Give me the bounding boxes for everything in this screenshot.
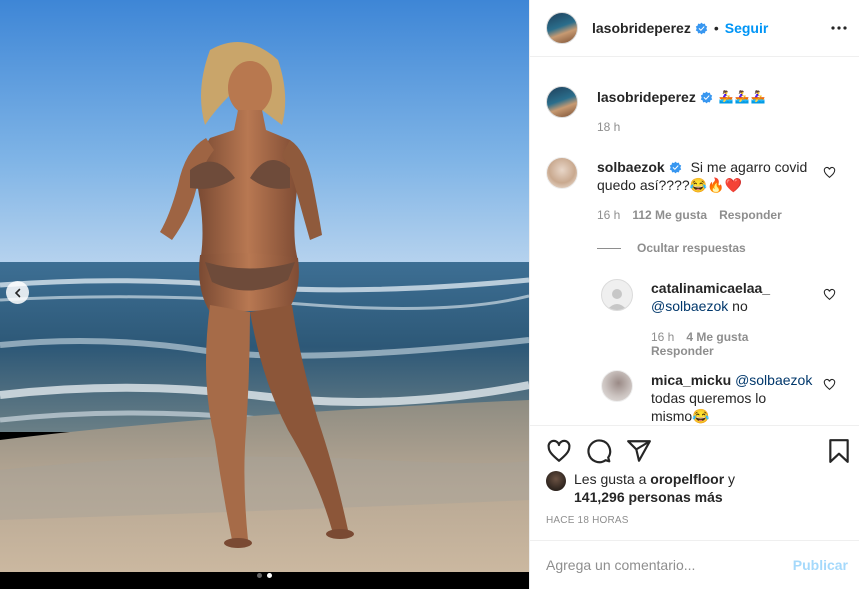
add-comment-bar: Publicar xyxy=(530,540,859,589)
carousel-dot xyxy=(257,573,262,578)
carousel-previous-button[interactable] xyxy=(6,281,29,304)
reply-time[interactable]: 16 h xyxy=(651,330,674,344)
comment-like-heart-icon[interactable] xyxy=(823,166,836,179)
verified-badge-icon xyxy=(669,161,681,174)
hide-replies-label: Ocultar respuestas xyxy=(637,241,746,255)
comment-text-line2: quedo así????😂🔥❤️ xyxy=(597,177,742,193)
chevron-left-icon xyxy=(14,288,20,297)
hide-replies-line xyxy=(597,247,621,249)
reply-2: mica_micku @solbaezok todas queremos lo … xyxy=(651,371,821,425)
carousel-indicator xyxy=(0,573,529,578)
header-separator: • xyxy=(713,20,719,36)
comment-time[interactable]: 16 h xyxy=(597,208,620,222)
reply-username[interactable]: mica_micku xyxy=(651,372,731,388)
caption-author-avatar[interactable] xyxy=(546,86,578,118)
reply-meta-2: Responder xyxy=(651,344,714,358)
reply-avatar-wrap-2 xyxy=(601,370,633,402)
comment-text-line1: Si me agarro covid xyxy=(690,159,808,175)
reply-text-line2: mismo😂 xyxy=(651,408,710,424)
author-avatar[interactable] xyxy=(546,12,578,44)
reply-like-heart-icon[interactable] xyxy=(823,288,836,301)
more-options-icon xyxy=(831,26,847,30)
caption-time[interactable]: 18 h xyxy=(597,120,620,134)
default-user-icon xyxy=(607,289,627,310)
caption-username[interactable]: lasobrideperez xyxy=(597,89,696,105)
likes-joiner: y xyxy=(724,471,736,487)
reply-like-heart-icon[interactable] xyxy=(823,378,836,391)
reply-text-line1: todas queremos lo xyxy=(651,390,767,406)
follow-button[interactable]: Seguir xyxy=(725,20,769,36)
liker-username[interactable]: oropelfloor xyxy=(650,471,724,487)
likes-count[interactable]: 141,296 personas más xyxy=(574,489,723,505)
verified-badge-icon xyxy=(700,91,713,103)
reply-mention[interactable]: @solbaezok xyxy=(651,298,728,314)
reply-avatar[interactable] xyxy=(601,370,633,402)
hide-replies-button[interactable]: Ocultar respuestas xyxy=(597,241,746,255)
author-username[interactable]: lasobrideperez xyxy=(592,20,691,36)
comment-avatar-wrap xyxy=(546,157,578,189)
comment-reply-button[interactable]: Responder xyxy=(719,208,782,222)
post-actions xyxy=(530,425,859,473)
comment-icon[interactable] xyxy=(586,438,612,464)
bookmark-icon[interactable] xyxy=(826,438,852,464)
post-photo[interactable] xyxy=(0,0,529,589)
liker-avatar[interactable] xyxy=(546,471,566,491)
reply-username[interactable]: catalinamicaelaa_ xyxy=(651,280,770,296)
caption: lasobrideperez 🚣‍♀️🚣‍♀️🚣‍♀️ xyxy=(597,89,767,105)
reply-reply-button[interactable]: Responder xyxy=(651,344,714,358)
more-options-button[interactable] xyxy=(830,19,848,37)
reply: catalinamicaelaa_ @solbaezok no xyxy=(651,279,821,315)
comment-likes-count[interactable]: 112 Me gusta xyxy=(632,208,707,222)
share-icon[interactable] xyxy=(626,438,652,464)
post-header: lasobrideperez • Seguir xyxy=(530,0,859,57)
reply-avatar-wrap xyxy=(601,279,633,311)
post-side-panel: lasobrideperez • Seguir lasobrideperez 🚣… xyxy=(529,0,859,589)
likes-summary: Les gusta a oropelfloor y 141,296 person… xyxy=(546,470,846,506)
reply-likes-count[interactable]: 4 Me gusta xyxy=(686,330,748,344)
caption-avatar-wrap xyxy=(546,86,578,118)
reply-meta: 16 h 4 Me gusta xyxy=(651,330,748,344)
reply-avatar-placeholder[interactable] xyxy=(601,279,633,311)
carousel-dot-active xyxy=(267,573,272,578)
comment-avatar[interactable] xyxy=(546,157,578,189)
caption-text: 🚣‍♀️🚣‍♀️🚣‍♀️ xyxy=(718,90,767,104)
beach-photo xyxy=(0,0,529,572)
comments-list[interactable]: lasobrideperez 🚣‍♀️🚣‍♀️🚣‍♀️ 18 h solbaez… xyxy=(530,58,859,425)
comment-meta: 16 h 112 Me gusta Responder xyxy=(597,208,782,222)
comment-username[interactable]: solbaezok xyxy=(597,159,665,175)
likes-text: Les gusta a oropelfloor y 141,296 person… xyxy=(574,470,735,506)
comment-input[interactable] xyxy=(546,557,793,573)
publish-button[interactable]: Publicar xyxy=(793,557,848,573)
verified-badge-icon xyxy=(695,22,708,34)
comment: solbaezok Si me agarro covid quedo así??… xyxy=(597,158,822,194)
likes-prefix: Les gusta a xyxy=(574,471,651,487)
reply-text: no xyxy=(728,298,748,314)
reply-mention[interactable]: @solbaezok xyxy=(735,372,812,388)
heart-icon[interactable] xyxy=(546,438,572,464)
post-time-ago[interactable]: HACE 18 HORAS xyxy=(546,515,629,526)
